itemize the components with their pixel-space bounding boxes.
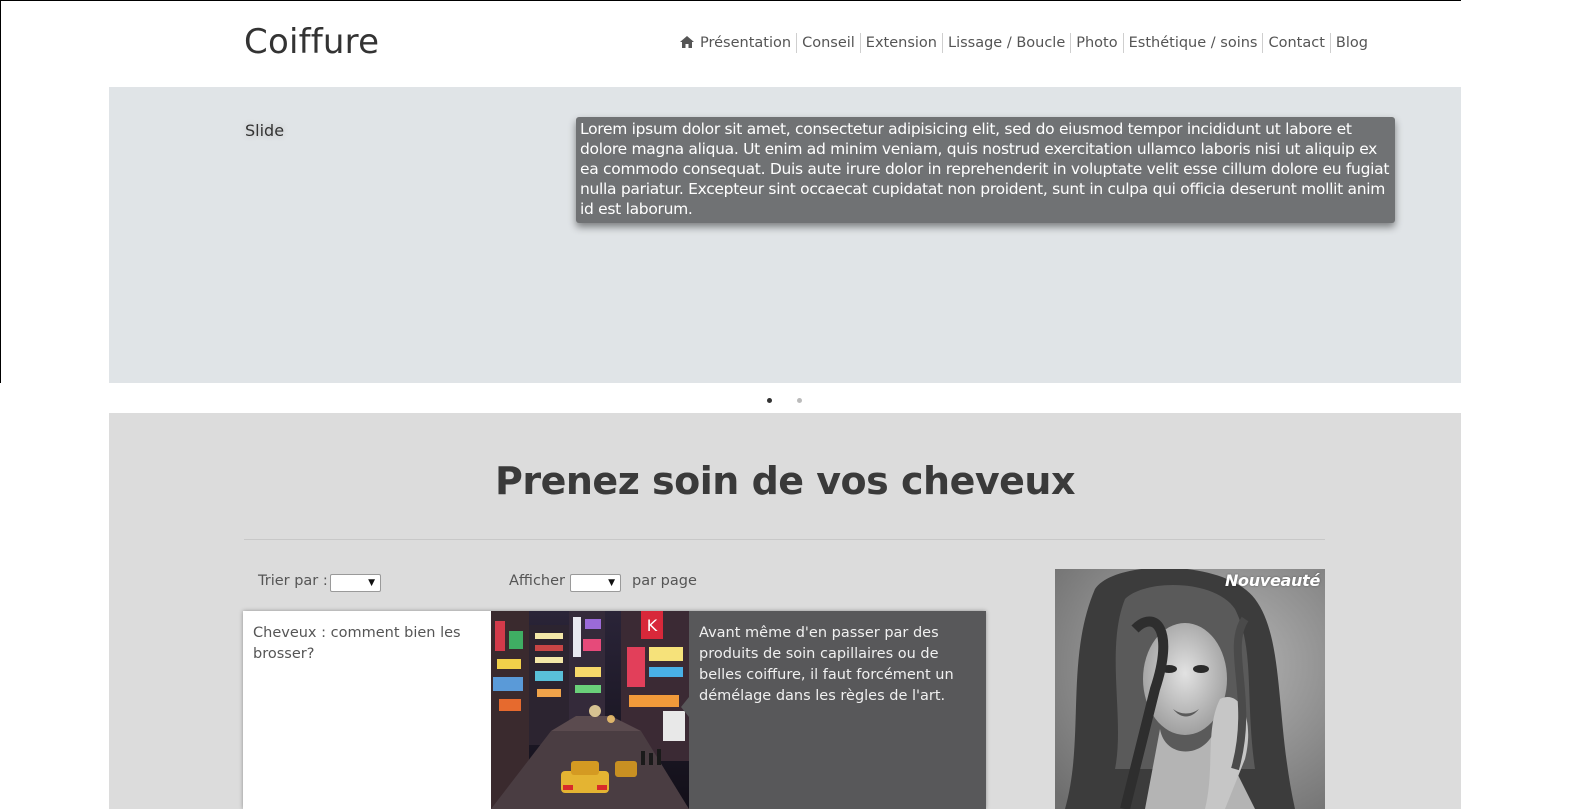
dropdown-arrow-icon: ▼	[608, 578, 615, 588]
main-nav: Présentation Conseil Extension Lissage /…	[680, 33, 1373, 53]
hero-slider: Slide Lorem ipsum dolor sit amet, consec…	[109, 87, 1461, 383]
slider-pagination	[0, 398, 1584, 406]
divider	[244, 539, 1325, 540]
nav-item-esthetique-soins[interactable]: Esthétique / soins	[1122, 33, 1263, 53]
new-badge: Nouveauté	[1224, 571, 1320, 590]
nav-item-conseil[interactable]: Conseil	[796, 33, 860, 53]
city-night-image: K	[491, 611, 689, 809]
frame-border-left	[0, 0, 1, 383]
nav-item-extension[interactable]: Extension	[859, 33, 942, 53]
nav-item-label: Présentation	[700, 35, 792, 51]
frame-border-top	[0, 0, 1461, 1]
slide-label: Slide	[245, 121, 285, 140]
svg-text:K: K	[647, 616, 658, 635]
site-logo[interactable]: Coiffure	[244, 22, 379, 62]
article-description-panel: Avant même d'en passer par des produits …	[681, 611, 986, 809]
per-page-label: par page	[632, 573, 697, 589]
article-card[interactable]: Cheveux : comment bien les brosser? K Av…	[243, 611, 986, 809]
home-icon	[680, 36, 694, 48]
page-title: Prenez soin de vos cheveux	[495, 459, 1075, 503]
slide-caption: Lorem ipsum dolor sit amet, consectetur …	[576, 117, 1395, 223]
woman-portrait-image	[1055, 569, 1325, 809]
nav-item-contact[interactable]: Contact	[1262, 33, 1329, 53]
dropdown-arrow-icon: ▼	[368, 578, 375, 588]
slider-dot-1[interactable]	[767, 398, 772, 403]
article-image[interactable]: K	[491, 611, 689, 809]
nav-item-presentation[interactable]: Présentation	[680, 33, 796, 53]
article-description: Avant même d'en passer par des produits …	[699, 625, 954, 704]
nav-item-lissage-boucle[interactable]: Lissage / Boucle	[941, 33, 1070, 53]
slider-dot-2[interactable]	[797, 398, 802, 403]
sort-label: Trier par :	[258, 573, 328, 589]
per-page-select[interactable]: ▼	[570, 574, 621, 592]
sort-select[interactable]: ▼	[330, 574, 381, 592]
article-title[interactable]: Cheveux : comment bien les brosser?	[253, 623, 483, 665]
nav-item-blog[interactable]: Blog	[1329, 33, 1373, 53]
pointer-arrow-icon	[681, 697, 689, 717]
main-content: Prenez soin de vos cheveux Trier par : ▼…	[109, 413, 1461, 809]
show-label: Afficher	[509, 573, 565, 589]
nav-item-photo[interactable]: Photo	[1070, 33, 1122, 53]
promo-banner[interactable]: Nouveauté	[1055, 569, 1325, 809]
